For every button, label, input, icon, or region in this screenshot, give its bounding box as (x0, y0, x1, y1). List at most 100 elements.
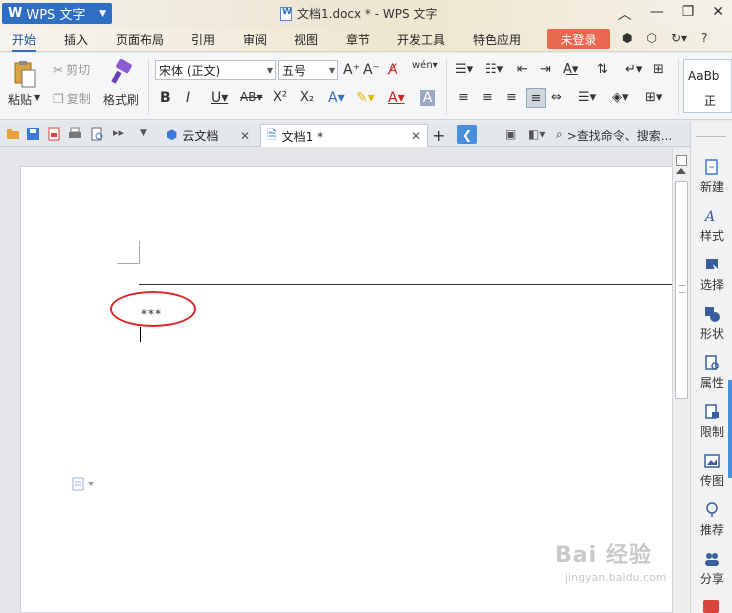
clear-format-icon[interactable]: A̸ (388, 62, 398, 78)
grow-font-icon[interactable]: A⁺ (343, 62, 360, 78)
collapse-icon[interactable]: ︿ (618, 4, 632, 24)
login-button[interactable]: 未登录 (547, 29, 610, 49)
paste-icon[interactable] (12, 59, 38, 89)
close-icon[interactable]: ✕ (240, 129, 250, 143)
side-item-share[interactable]: 分享 (691, 550, 732, 587)
line-spacing-icon[interactable]: ☰▾ (578, 90, 596, 105)
side-item-select[interactable]: 选择 (691, 256, 732, 293)
help-icon[interactable]: ? (701, 31, 707, 45)
scroll-thumb[interactable] (675, 181, 688, 399)
document-icon: 🗎 (267, 127, 277, 142)
settings-icon[interactable]: ⬡ (646, 31, 656, 45)
shading-icon[interactable]: ◈▾ (612, 90, 629, 105)
tab-review[interactable]: 审阅 (243, 31, 267, 48)
side-item-upload-image[interactable]: 传图 (691, 452, 732, 489)
format-painter-icon[interactable] (108, 59, 134, 87)
chevron-down-icon[interactable]: ▼ (34, 93, 40, 102)
subscript-icon[interactable]: X₂ (300, 90, 314, 105)
bold-icon[interactable]: B (160, 90, 171, 106)
side-item-label: 限制 (699, 425, 724, 439)
highlight-icon[interactable]: ✎▾ (356, 90, 375, 106)
paragraph-marker-icon[interactable] (72, 477, 96, 491)
app-name: WPS 文字 (26, 8, 86, 23)
more-quick-tools-icon[interactable]: ▸▸ (113, 126, 124, 139)
tab-document[interactable]: 🗎 文档1 * ✕ (260, 124, 428, 147)
font-size-select[interactable]: 五号 ▼ (278, 60, 338, 80)
side-item-styles[interactable]: A 样式 (691, 207, 732, 244)
chinese-layout-icon[interactable]: A͟▾ (563, 62, 578, 77)
side-item-new[interactable]: 新建 (691, 158, 732, 195)
close-icon[interactable]: ✕ (411, 129, 421, 143)
distributed-icon[interactable]: ⇔ (551, 90, 562, 105)
tab-insert[interactable]: 插入 (64, 31, 88, 48)
shrink-font-icon[interactable]: A⁻ (363, 62, 380, 78)
chevron-left-icon[interactable]: ❮ (457, 125, 477, 144)
chevron-down-icon[interactable]: ▼ (140, 128, 147, 138)
font-color-icon[interactable]: A▾ (388, 90, 405, 106)
tab-cloud-docs[interactable]: ⬢ 云文档 ✕ (160, 124, 256, 147)
numbered-list-icon[interactable]: ☷▾ (485, 62, 503, 77)
restore-icon[interactable]: ❐ (682, 4, 695, 24)
command-search[interactable]: ⌕ >查找命令、搜索... (556, 127, 672, 144)
export-pdf-icon[interactable] (47, 127, 61, 141)
wps-app-menu[interactable]: W WPS 文字 ▼ (2, 3, 112, 24)
underline-icon[interactable]: U▾ (211, 90, 228, 106)
superscript-icon[interactable]: X² (273, 90, 287, 105)
align-left-icon[interactable]: ≡ (458, 90, 469, 105)
increase-indent-icon[interactable]: ⇥ (540, 62, 551, 77)
tab-sections[interactable]: 章节 (346, 31, 370, 48)
print-preview-icon[interactable] (90, 127, 104, 141)
strikethrough-icon[interactable]: AB▾ (240, 90, 262, 104)
svg-text:A: A (703, 209, 715, 225)
minimize-icon[interactable]: — (650, 4, 664, 24)
window-controls: ︿ — ❐ ✕ (618, 4, 724, 24)
copy-label: 复制 (66, 92, 91, 106)
paste-button[interactable]: 粘贴 (8, 91, 32, 108)
align-right-icon[interactable]: ≡ (506, 90, 517, 105)
print-icon[interactable] (68, 127, 82, 141)
text-effect-icon[interactable]: A▾ (328, 90, 345, 106)
italic-icon[interactable]: I (186, 90, 190, 106)
copy-button[interactable]: ❐ 复制 (53, 90, 91, 107)
sync-icon[interactable]: ↻▾ (671, 31, 687, 45)
cloud-cube-icon: ⬢ (166, 128, 178, 143)
tab-developer[interactable]: 开发工具 (397, 31, 445, 48)
close-icon[interactable]: ✕ (712, 4, 724, 24)
phonetic-guide-icon[interactable]: wén▾ (412, 60, 438, 71)
tab-special[interactable]: 特色应用 (473, 31, 521, 48)
side-item-recommend[interactable]: 推荐 (691, 501, 732, 538)
tab-home[interactable]: 开始 (12, 31, 37, 52)
style-gallery[interactable]: AaBb 正 (683, 59, 732, 113)
sort-icon[interactable]: ⇅ (597, 62, 608, 77)
show-marks-icon[interactable]: ↵▾ (625, 62, 642, 77)
toolbox-icon[interactable] (703, 600, 719, 613)
screen-icon[interactable]: ▣ (505, 127, 516, 141)
bullet-list-icon[interactable]: ☰▾ (455, 62, 473, 77)
switch-window-icon[interactable]: ◧▾ (528, 127, 545, 141)
side-item-restrict[interactable]: 限制 (691, 403, 732, 440)
tab-page-layout[interactable]: 页面布局 (116, 31, 164, 48)
scroll-up-icon[interactable] (676, 168, 686, 174)
tab-view[interactable]: 视图 (294, 31, 318, 48)
chevron-down-icon: ▼ (328, 65, 335, 75)
side-panel-collapse-tab[interactable] (728, 380, 732, 478)
side-item-shapes[interactable]: 形状 (691, 305, 732, 342)
align-center-icon[interactable]: ≡ (482, 90, 493, 105)
format-painter-button[interactable]: 格式刷 (103, 91, 139, 108)
char-shading-icon[interactable]: A (420, 90, 435, 106)
open-folder-icon[interactable] (6, 127, 20, 141)
ruler-toggle-icon[interactable] (676, 155, 687, 166)
new-tab-icon[interactable]: + (432, 126, 445, 145)
cut-button[interactable]: ✂ 剪切 (53, 61, 90, 78)
side-item-properties[interactable]: 属性 (691, 354, 732, 391)
table-icon[interactable]: ⊞ (653, 62, 664, 77)
decrease-indent-icon[interactable]: ⇤ (517, 62, 528, 77)
style-preview-text: AaBb (688, 69, 720, 83)
save-icon[interactable] (26, 127, 40, 141)
justify-icon[interactable]: ≡ (526, 88, 546, 108)
vertical-scrollbar[interactable] (672, 148, 690, 613)
skin-icon[interactable]: ⬢ (622, 31, 632, 45)
borders-icon[interactable]: ⊞▾ (645, 90, 662, 105)
font-name-select[interactable]: 宋体 (正文) ▼ (155, 60, 276, 80)
tab-references[interactable]: 引用 (191, 31, 215, 48)
